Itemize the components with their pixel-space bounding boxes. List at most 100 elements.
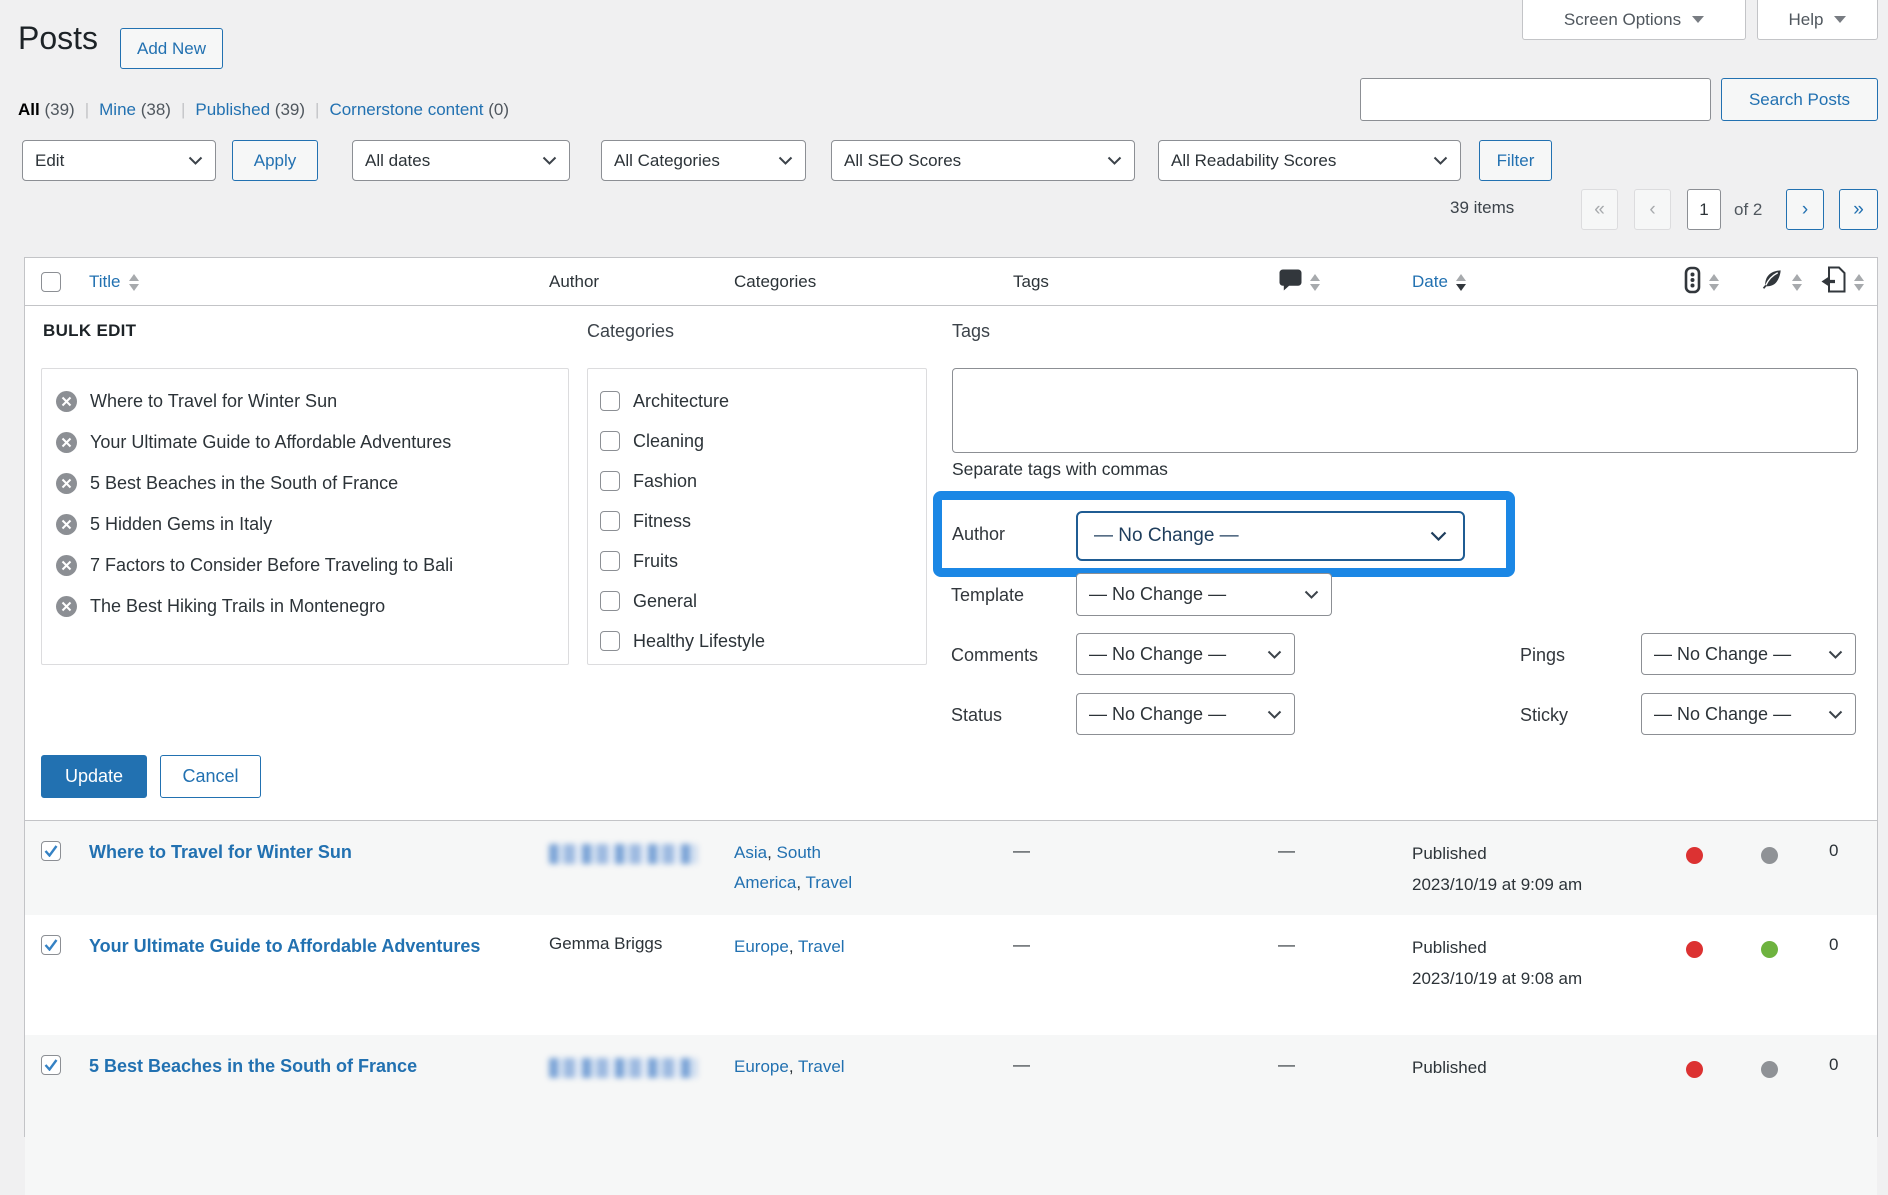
- select-all-checkbox[interactable]: [41, 258, 61, 306]
- post-date-value: 2023/10/19 at 9:08 am: [1412, 969, 1583, 988]
- seo-scores-filter-value: All SEO Scores: [844, 150, 962, 170]
- column-header-comments[interactable]: [1279, 258, 1320, 306]
- category-option[interactable]: Fruits: [588, 541, 926, 581]
- view-published-count: (39): [274, 100, 306, 119]
- title-sort-link[interactable]: Title: [89, 272, 121, 292]
- checkbox-unchecked-icon[interactable]: [600, 431, 620, 451]
- bulk-action-select[interactable]: Edit: [22, 140, 216, 181]
- seo-score-dot-red: [1686, 941, 1703, 958]
- post-title-link[interactable]: Where to Travel for Winter Sun: [89, 837, 519, 867]
- view-all-label: All: [18, 100, 40, 119]
- chevron-down-icon: [1267, 710, 1282, 719]
- checkbox-unchecked-icon[interactable]: [600, 591, 620, 611]
- current-page-input[interactable]: [1687, 189, 1721, 230]
- checkbox-unchecked-icon[interactable]: [600, 631, 620, 651]
- column-header-title[interactable]: Title: [89, 258, 139, 306]
- author-name-blurred: [549, 844, 697, 864]
- category-option[interactable]: Healthy Lifestyle: [588, 621, 926, 661]
- dates-filter-select[interactable]: All dates: [352, 140, 570, 181]
- category-option[interactable]: Architecture: [588, 381, 926, 421]
- category-link[interactable]: Europe: [734, 937, 789, 956]
- column-header-readability[interactable]: [1759, 258, 1802, 306]
- remove-post-icon[interactable]: [56, 596, 77, 617]
- category-link[interactable]: Travel: [798, 1057, 845, 1076]
- post-date-value: 2023/10/19 at 9:09 am: [1412, 875, 1583, 894]
- selected-post-title: Your Ultimate Guide to Affordable Advent…: [90, 432, 452, 452]
- bulk-tags-textarea[interactable]: [952, 368, 1858, 453]
- view-mine[interactable]: Mine (38): [99, 100, 171, 120]
- row-checkbox-checked[interactable]: [41, 841, 61, 861]
- apply-button[interactable]: Apply: [232, 140, 318, 181]
- bulk-sticky-select[interactable]: — No Change —: [1641, 693, 1856, 735]
- checkbox-unchecked-icon[interactable]: [600, 551, 620, 571]
- view-published-link[interactable]: Published: [195, 100, 270, 119]
- cancel-button[interactable]: Cancel: [160, 755, 261, 798]
- category-link[interactable]: Travel: [798, 937, 845, 956]
- readability-scores-filter-select[interactable]: All Readability Scores: [1158, 140, 1461, 181]
- view-all-count: (39): [44, 100, 75, 119]
- dates-filter-value: All dates: [365, 150, 431, 170]
- help-button[interactable]: Help: [1757, 0, 1878, 40]
- readability-score-dot-gray: [1761, 1061, 1778, 1078]
- checkbox-unchecked-icon[interactable]: [600, 511, 620, 531]
- remove-post-icon[interactable]: [56, 391, 77, 412]
- bulk-author-select[interactable]: — No Change —: [1076, 511, 1465, 561]
- view-published[interactable]: Published (39): [195, 100, 305, 120]
- post-title-link[interactable]: Your Ultimate Guide to Affordable Advent…: [89, 931, 519, 961]
- search-input[interactable]: [1360, 78, 1711, 121]
- bulk-author-value: — No Change —: [1094, 525, 1239, 546]
- category-option[interactable]: Fashion: [588, 461, 926, 501]
- checkbox-unchecked-icon[interactable]: [600, 391, 620, 411]
- remove-post-icon[interactable]: [56, 555, 77, 576]
- category-link[interactable]: Asia: [734, 843, 767, 862]
- column-header-links[interactable]: [1821, 258, 1864, 306]
- next-page-button[interactable]: ›: [1786, 189, 1824, 230]
- author-link[interactable]: Gemma Briggs: [549, 934, 662, 954]
- filter-button[interactable]: Filter: [1479, 140, 1552, 181]
- column-header-date[interactable]: Date: [1412, 258, 1466, 306]
- remove-post-icon[interactable]: [56, 473, 77, 494]
- column-header-seo-score[interactable]: [1684, 258, 1719, 306]
- feather-icon: [1759, 267, 1784, 297]
- bulk-pings-select[interactable]: — No Change —: [1641, 633, 1856, 675]
- search-posts-button[interactable]: Search Posts: [1721, 78, 1878, 121]
- table-header-row: Title Author Categories Tags Date: [25, 258, 1877, 306]
- first-page-button[interactable]: «: [1581, 189, 1618, 230]
- row-checkbox-checked[interactable]: [41, 935, 61, 955]
- list-item: The Best Hiking Trails in Montenegro: [42, 586, 568, 627]
- sort-arrows-icon: [1455, 273, 1466, 291]
- category-link[interactable]: Europe: [734, 1057, 789, 1076]
- row-checkbox-checked[interactable]: [41, 1055, 61, 1075]
- view-mine-link[interactable]: Mine: [99, 100, 136, 119]
- post-status: Published: [1412, 1058, 1487, 1077]
- category-option[interactable]: Fitness: [588, 501, 926, 541]
- bulk-comments-select[interactable]: — No Change —: [1076, 633, 1295, 675]
- screen-options-button[interactable]: Screen Options: [1522, 0, 1746, 40]
- view-all[interactable]: All (39): [18, 100, 75, 120]
- category-link[interactable]: Travel: [806, 873, 853, 892]
- category-option[interactable]: Cleaning: [588, 421, 926, 461]
- post-date: Published: [1412, 1052, 1672, 1083]
- post-title-link[interactable]: 5 Best Beaches in the South of France: [89, 1051, 519, 1081]
- update-button[interactable]: Update: [41, 755, 147, 798]
- category-option[interactable]: General: [588, 581, 926, 621]
- bulk-tags-label: Tags: [952, 321, 991, 341]
- author-name-blurred: [549, 1058, 697, 1078]
- column-header-author: Author: [549, 272, 600, 291]
- categories-filter-select[interactable]: All Categories: [601, 140, 806, 181]
- date-sort-link[interactable]: Date: [1412, 272, 1448, 292]
- view-cornerstone-link[interactable]: Cornerstone content: [329, 100, 483, 119]
- bulk-status-select[interactable]: — No Change —: [1076, 693, 1295, 735]
- bulk-template-select[interactable]: — No Change —: [1076, 573, 1332, 616]
- view-cornerstone[interactable]: Cornerstone content (0): [329, 100, 509, 120]
- post-date: Published 2023/10/19 at 9:08 am: [1412, 932, 1672, 994]
- remove-post-icon[interactable]: [56, 514, 77, 535]
- remove-post-icon[interactable]: [56, 432, 77, 453]
- chevron-down-icon: [1828, 650, 1843, 659]
- seo-scores-filter-select[interactable]: All SEO Scores: [831, 140, 1135, 181]
- last-page-button[interactable]: »: [1839, 189, 1878, 230]
- sort-arrows-icon: [1709, 273, 1719, 291]
- previous-page-button[interactable]: ‹: [1634, 189, 1671, 230]
- add-new-button[interactable]: Add New: [120, 28, 223, 69]
- checkbox-unchecked-icon[interactable]: [600, 471, 620, 491]
